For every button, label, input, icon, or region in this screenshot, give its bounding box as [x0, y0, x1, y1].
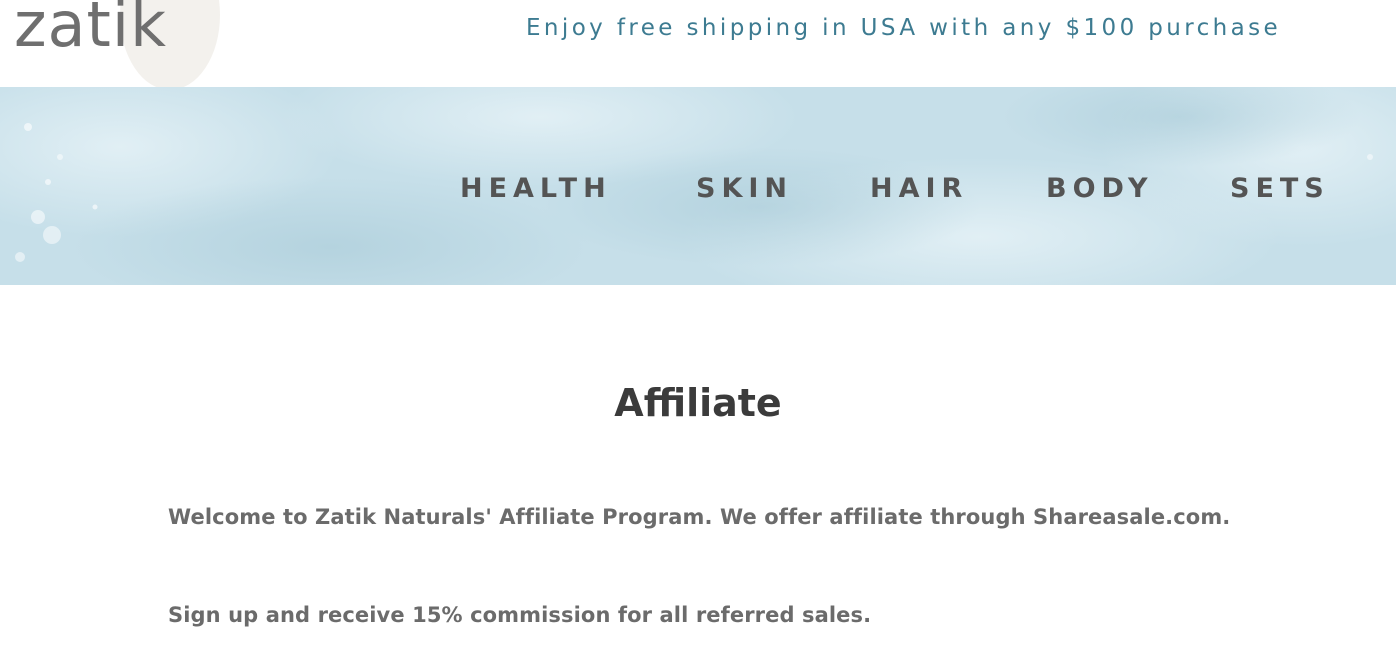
main-navigation: HEALTH SKIN HAIR BODY SETS: [0, 173, 1396, 204]
page: zatik Enjoy free shipping in USA with an…: [0, 0, 1396, 646]
promo-banner-text: Enjoy free shipping in USA with any $100…: [526, 15, 1282, 41]
nav-item-health[interactable]: HEALTH: [460, 173, 612, 204]
page-title-text: Affiliate: [614, 381, 782, 425]
page-title: Affiliate: [0, 381, 1396, 427]
nav-item-hair[interactable]: HAIR: [870, 173, 968, 204]
nav-item-sets[interactable]: SETS: [1230, 173, 1330, 204]
intro-paragraph: Welcome to Zatik Naturals' Affiliate Pro…: [168, 505, 1231, 529]
logo[interactable]: zatik: [14, 0, 167, 56]
top-bar: zatik Enjoy free shipping in USA with an…: [0, 0, 1396, 90]
nav-item-body[interactable]: BODY: [1046, 173, 1154, 204]
nav-item-skin[interactable]: SKIN: [696, 173, 793, 204]
commission-paragraph: Sign up and receive 15% commission for a…: [168, 603, 872, 627]
navigation-band: HEALTH SKIN HAIR BODY SETS: [0, 87, 1396, 285]
